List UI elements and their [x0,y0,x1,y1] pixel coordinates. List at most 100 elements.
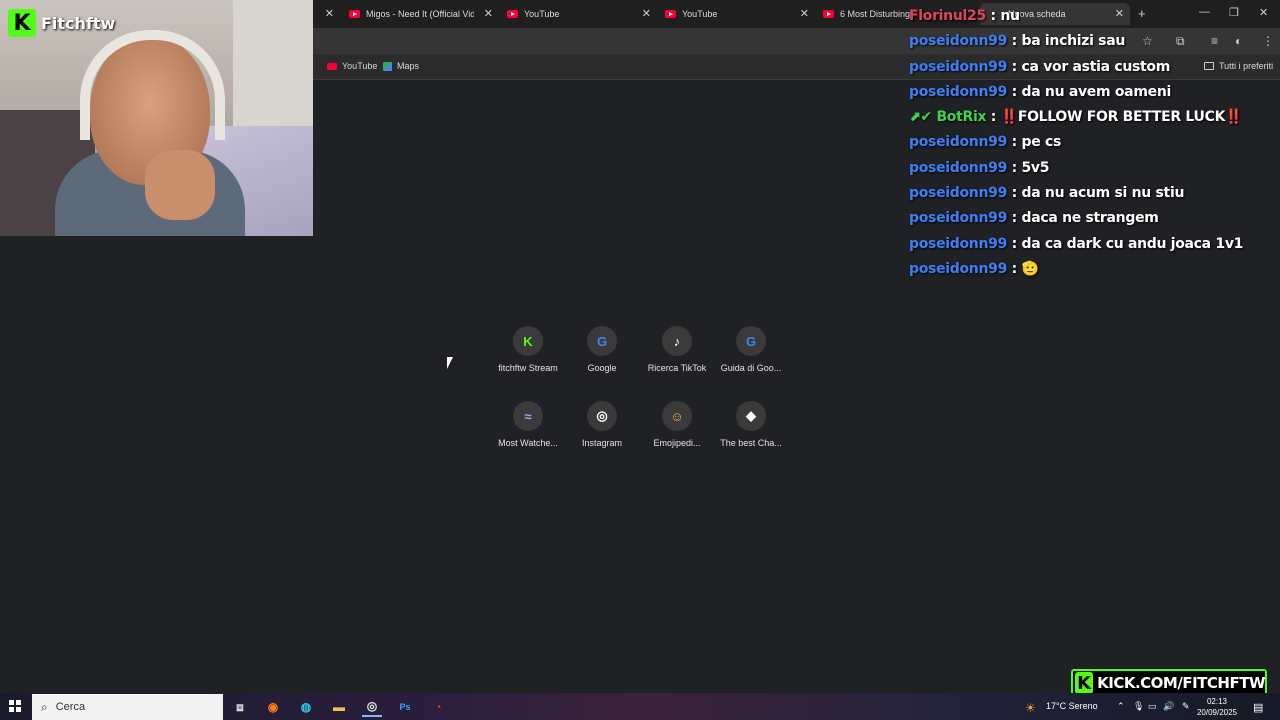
tab-title: 6 Most Disturbing T [840,9,910,19]
chat-username: poseidonn99 [909,260,1008,277]
chat-username: poseidonn99 [909,33,1008,50]
youtube-icon [349,10,360,18]
youtube-icon [665,10,676,18]
shortcut-tile[interactable]: ◎ Instagram [559,401,645,448]
chat-text: 🫡 [1021,260,1039,277]
chat-message: poseidonn99 : pe cs [909,130,1269,155]
chat-text: ca vor astia custom [1021,58,1171,75]
tab-title: YouTube [682,9,718,19]
chat-text: 5v5 [1021,159,1050,176]
microphone-icon[interactable]: 🎙 [1133,701,1144,712]
shortcut-tile[interactable]: ◆ The best Cha... [708,401,794,448]
chat-message: poseidonn99 : 🫡 [909,257,1269,282]
shortcut-tile[interactable]: G Guida di Goo... [708,326,794,373]
tab-title: Migos - Need It (Official Video) [366,9,474,19]
tray-chevron-icon[interactable]: ⌃ [1117,701,1125,712]
chat-username: poseidonn99 [909,83,1008,100]
chat-message: poseidonn99 : 5v5 [909,156,1269,181]
shortcut-icon: G [736,326,766,356]
tab-title: YouTube [524,9,560,19]
shortcut-icon: ◆ [736,401,766,431]
firefox-icon[interactable]: ◉ [263,697,283,717]
bookmark-youtube[interactable]: YouTube [327,61,377,71]
network-icon[interactable]: ▭ [1148,701,1157,712]
chat-text: da ca dark cu andu joaca 1v1 [1021,235,1244,252]
chat-username: poseidonn99 [909,210,1008,227]
tab-disturbing[interactable]: 6 Most Disturbing T [823,3,913,25]
chat-text: ‼️FOLLOW FOR BETTER LUCK‼️ [1000,109,1243,126]
date: 20/09/2025 [1196,708,1238,717]
kick-url: KICK.COM/FITCHFTW [1097,674,1265,692]
chat-text: nu [1000,8,1020,24]
bookmark-label: YouTube [342,61,378,71]
chat-username: poseidonn99 [909,58,1008,75]
screen: ✕ Migos - Need It (Official Video) ✕ You… [0,0,1280,720]
shortcut-tile[interactable]: G Google [559,326,645,373]
tab-close-icon[interactable]: ✕ [484,7,493,20]
chat-text: da nu acum si nu stiu [1021,185,1185,202]
chat-separator: : [985,8,1001,24]
weather-icon: ☀ [1025,701,1036,715]
edge-icon[interactable]: ◍ [296,697,316,717]
chat-message: Florinul25 : nu [909,4,1269,29]
chat-username: BotRix [936,109,987,126]
shortcut-label: Guida di Goo... [720,363,782,373]
chat-separator: : [1007,235,1022,252]
mouse-cursor-icon [447,357,453,369]
channel-name: Fitchftw [41,13,116,33]
search-placeholder: Cerca [55,701,86,713]
shortcut-icon: ◎ [587,401,617,431]
task-view-icon[interactable]: ⧈ [230,697,250,717]
shortcut-icon: ☺ [662,401,692,431]
taskbar-search[interactable]: ⌕ Cerca [32,694,223,720]
obs-icon[interactable]: ◔ [428,697,448,717]
volume-icon[interactable]: 🔊 [1163,701,1174,712]
clock[interactable]: 02:13 20/09/2025 [1196,696,1238,718]
webcam-overlay: K Fitchftw [0,0,313,236]
shortcut-label: The best Cha... [720,438,782,448]
chat-message: poseidonn99 : ba inchizi sau [909,29,1269,54]
chat-separator: : [1007,260,1022,277]
notifications-icon[interactable]: ▤ [1253,701,1263,714]
chat-text: pe cs [1021,134,1062,151]
shortcut-icon: K [513,326,543,356]
chat-message: ⬈✔ BotRix : ‼️FOLLOW FOR BETTER LUCK‼️ [909,105,1269,130]
chat-message: poseidonn99 : da nu acum si nu stiu [909,181,1269,206]
photoshop-icon[interactable]: Ps [395,697,415,717]
chat-username: poseidonn99 [909,185,1008,202]
kick-logo-icon: K [8,9,36,37]
time: 02:13 [1206,697,1228,706]
tab-youtube-1[interactable]: YouTube ✕ [507,3,657,25]
chat-message: poseidonn99 : da ca dark cu andu joaca 1… [909,232,1269,257]
file-explorer-icon[interactable]: ▬ [329,697,349,717]
chat-separator: : [1007,185,1022,202]
bot-badge-icon: ⬈✔ [909,109,937,126]
weather-text[interactable]: 17°C Sereno [1046,701,1098,711]
tab-migos[interactable]: Migos - Need It (Official Video) ✕ [349,3,499,25]
chat-text: daca ne strangem [1021,210,1159,227]
tab-close-icon[interactable]: ✕ [642,7,651,20]
youtube-icon [327,62,337,70]
kick-logo-icon: K [1075,672,1094,694]
chat-separator: : [986,109,1001,126]
tab-youtube-2[interactable]: YouTube ✕ [665,3,815,25]
chat-separator: : [1007,159,1022,176]
youtube-icon [507,10,518,18]
chat-message: poseidonn99 : da nu avem oameni [909,80,1269,105]
streamer-logo: K Fitchftw [8,9,115,37]
shortcut-label: Instagram [581,438,623,448]
chat-username: poseidonn99 [909,134,1008,151]
shortcut-label: Google [587,363,617,373]
chat-username: poseidonn99 [909,159,1008,176]
bookmark-maps[interactable]: Maps [383,61,419,71]
chat-text: ba inchizi sau [1021,33,1126,50]
chat-separator: : [1007,134,1022,151]
chrome-icon[interactable]: ◎ [362,697,382,717]
tab-close-icon[interactable]: ✕ [800,7,809,20]
chat-separator: : [1007,210,1022,227]
chat-overlay: Florinul25 : nu poseidonn99 : ba inchizi … [909,4,1269,282]
headphones [80,30,225,140]
windows-start-icon[interactable] [9,700,21,712]
tab-close-icon[interactable]: ✕ [320,3,340,25]
pen-icon[interactable]: ✎ [1182,701,1190,712]
